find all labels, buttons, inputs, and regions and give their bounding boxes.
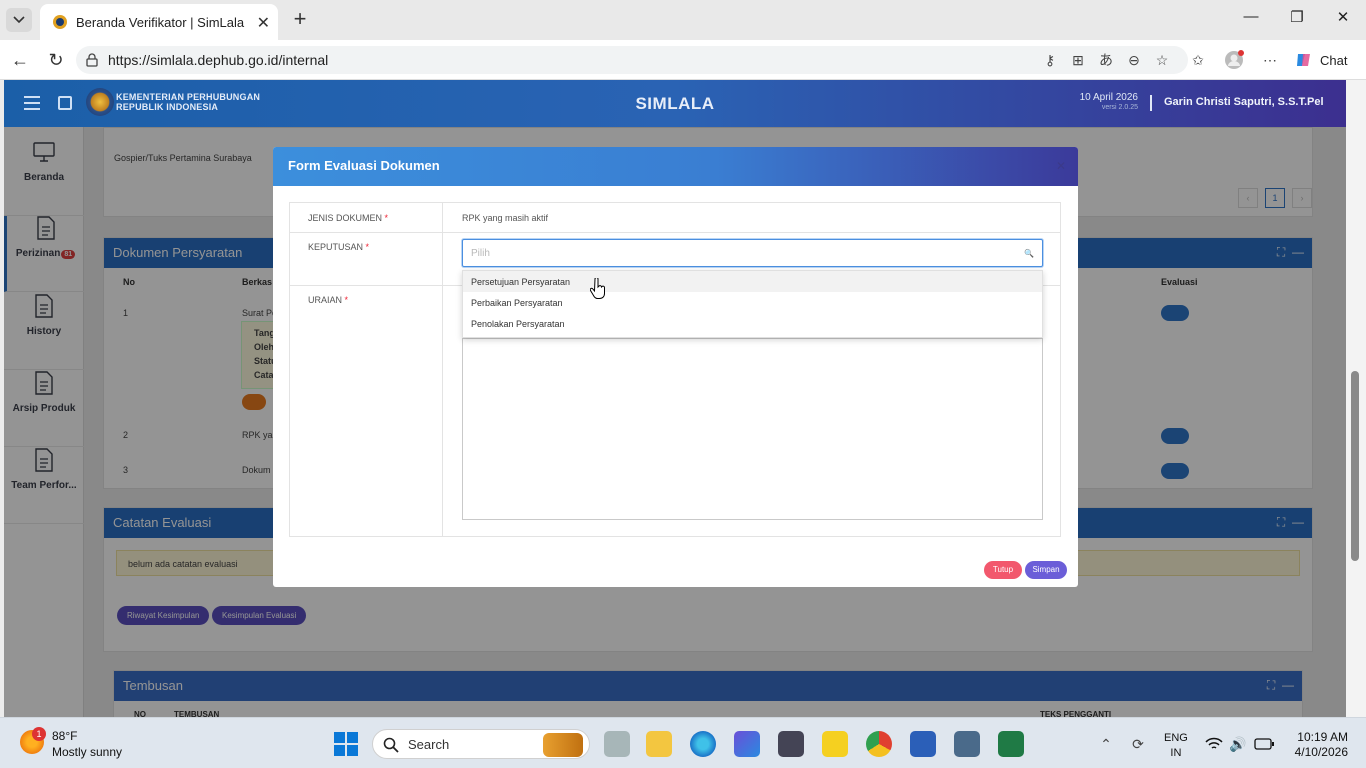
word-app-icon[interactable]: [910, 731, 936, 757]
taskbar-search-label: Search: [408, 737, 450, 752]
sticky-notes-icon[interactable]: [822, 731, 848, 757]
hamburger-menu-icon[interactable]: [24, 96, 40, 110]
show-hidden-icons-chevron-icon[interactable]: ⌃: [1096, 734, 1116, 754]
ministry-logo: [86, 88, 114, 116]
form-evaluasi-modal: Form Evaluasi Dokumen ✕ JENIS DOKUMEN * …: [273, 147, 1078, 587]
app-version: versi 2.0.25: [1101, 104, 1138, 111]
file-explorer-icon[interactable]: [646, 731, 672, 757]
clock-date: 4/10/2026: [1294, 745, 1348, 759]
app-available-icon[interactable]: ⊞: [1068, 50, 1088, 70]
modal-title: Form Evaluasi Dokumen: [288, 158, 440, 173]
header-date: 10 April 2026: [1079, 92, 1138, 103]
label-text: KEPUTUSAN: [308, 242, 364, 252]
keputusan-label: KEPUTUSAN *: [308, 242, 369, 252]
url-text: https://simlala.dephub.go.id/internal: [108, 52, 329, 68]
keputusan-select-search[interactable]: Pilih 🔍: [462, 239, 1043, 267]
system-clock[interactable]: 10:19 AM 4/10/2026: [1290, 730, 1348, 760]
ministry-line-2: REPUBLIK INDONESIA: [116, 102, 219, 112]
chat-label: Chat: [1320, 52, 1348, 68]
search-icon: 🔍: [1024, 249, 1034, 258]
jenis-dokumen-label: JENIS DOKUMEN *: [308, 213, 388, 223]
required-mark: *: [365, 242, 370, 252]
option-persetujuan[interactable]: Persetujuan Persyaratan: [463, 271, 1042, 292]
scrollbar-thumb[interactable]: [1351, 371, 1359, 561]
required-mark: *: [344, 295, 349, 305]
refresh-icon[interactable]: ↻: [44, 48, 68, 72]
simlala-favicon-icon: [53, 15, 67, 29]
tab-title: Beranda Verifikator | SimLala: [76, 14, 245, 30]
sync-icon[interactable]: ⟳: [1128, 734, 1148, 754]
uraian-textarea[interactable]: [462, 338, 1043, 520]
label-text: JENIS DOKUMEN: [308, 213, 383, 223]
copilot-app-icon[interactable]: [734, 731, 760, 757]
user-name[interactable]: Garin Christi Saputri, S.S.T.Pel: [1164, 96, 1324, 108]
form-divider: [442, 203, 443, 536]
weather-badge: 1: [32, 727, 46, 741]
calculator-icon[interactable]: [954, 731, 980, 757]
hand-cursor-icon: [589, 277, 606, 300]
excel-app-icon[interactable]: [998, 731, 1024, 757]
temperature: 88°F: [52, 729, 78, 743]
wifi-icon[interactable]: [1204, 734, 1224, 754]
option-perbaikan[interactable]: Perbaikan Persyaratan: [463, 292, 1042, 313]
jenis-dokumen-value: RPK yang masih aktif: [462, 213, 549, 223]
zoom-icon[interactable]: ⊖: [1124, 50, 1144, 70]
modal-header: Form Evaluasi Dokumen ✕: [273, 147, 1078, 186]
region-code: IN: [1170, 747, 1182, 759]
keputusan-dropdown: Persetujuan Persyaratan Perbaikan Persya…: [462, 270, 1043, 338]
uraian-label: URAIAN *: [308, 295, 348, 305]
search-highlight-icon: [543, 733, 583, 757]
browser-tab-active[interactable]: Beranda Verifikator | SimLala ✕: [40, 4, 278, 40]
camera-app-icon[interactable]: [778, 731, 804, 757]
tab-close-icon[interactable]: ✕: [257, 13, 270, 33]
favorites-list-icon[interactable]: ✩: [1188, 50, 1208, 70]
windows-start-icon[interactable]: [334, 732, 358, 756]
site-info-icon[interactable]: [82, 50, 102, 70]
search-icon: [383, 737, 399, 753]
restore-window-button[interactable]: ❐: [1274, 8, 1320, 32]
simpan-button[interactable]: Simpan: [1025, 561, 1067, 579]
form-row-divider: [290, 232, 1060, 233]
select-placeholder: Pilih: [471, 248, 490, 259]
copilot-chat-button[interactable]: Chat: [1294, 46, 1360, 74]
chrome-browser-icon[interactable]: [866, 731, 892, 757]
minimize-window-button[interactable]: —: [1228, 8, 1274, 32]
clock-time: 10:19 AM: [1297, 730, 1348, 744]
app-brand-title: SIMLALA: [635, 94, 715, 113]
battery-icon[interactable]: [1254, 734, 1274, 754]
back-arrow-icon[interactable]: ←: [8, 48, 32, 72]
weather-description: Mostly sunny: [52, 745, 123, 759]
password-key-icon[interactable]: ⚷: [1040, 50, 1060, 70]
required-mark: *: [384, 213, 389, 223]
fullscreen-toggle-icon[interactable]: [58, 96, 72, 110]
more-options-icon[interactable]: ⋯: [1260, 50, 1280, 70]
tutup-button[interactable]: Tutup: [984, 561, 1022, 579]
task-view-icon[interactable]: [604, 731, 630, 757]
new-tab-button[interactable]: +: [288, 8, 312, 32]
taskbar-search-field[interactable]: [372, 729, 590, 759]
language-code: ENG: [1164, 732, 1188, 744]
input-language[interactable]: ENG IN: [1164, 731, 1188, 761]
tab-actions-chevron-icon[interactable]: [6, 8, 32, 32]
close-window-button[interactable]: ✕: [1320, 8, 1366, 32]
favorite-star-icon[interactable]: ☆: [1152, 50, 1172, 70]
profile-avatar-icon[interactable]: [1224, 50, 1244, 70]
volume-icon[interactable]: 🔊: [1228, 734, 1248, 754]
modal-close-icon[interactable]: ✕: [1056, 159, 1066, 173]
label-text: URAIAN: [308, 295, 343, 305]
windows-taskbar: [0, 717, 1366, 768]
option-penolakan[interactable]: Penolakan Persyaratan: [463, 313, 1042, 334]
ministry-name: KEMENTERIAN PERHUBUNGAN REPUBLIK INDONES…: [116, 92, 260, 112]
translate-icon[interactable]: あ: [1096, 50, 1116, 70]
header-separator: [1150, 95, 1152, 111]
edge-browser-icon[interactable]: [690, 731, 716, 757]
copilot-icon: [1297, 54, 1310, 66]
ministry-line-1: KEMENTERIAN PERHUBUNGAN: [116, 92, 261, 102]
